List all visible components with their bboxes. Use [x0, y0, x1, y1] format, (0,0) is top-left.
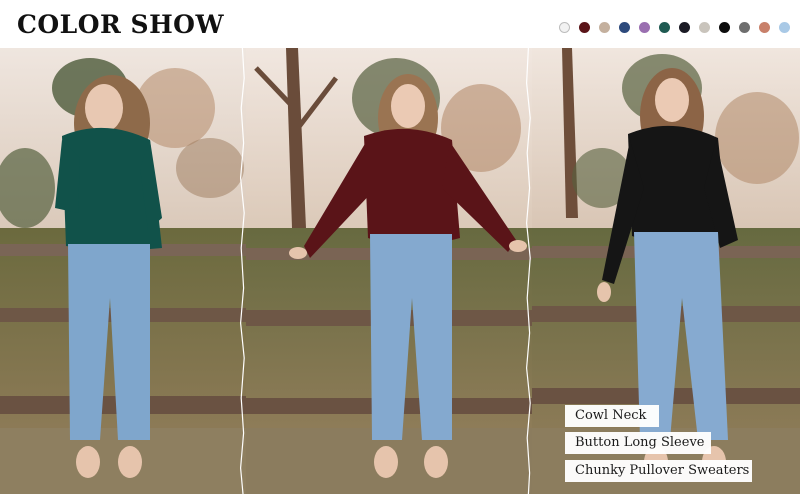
photo-burgundy-sweater: [246, 48, 532, 494]
color-swatch-list: [559, 21, 790, 33]
caption-cowl-neck: Cowl Neck: [565, 405, 659, 427]
color-swatch-purple[interactable]: [639, 21, 650, 33]
color-swatch-burgundy[interactable]: [579, 21, 590, 33]
color-swatch-grey[interactable]: [739, 21, 750, 33]
color-swatch-black[interactable]: [679, 21, 690, 33]
color-swatch-deep-black[interactable]: [719, 21, 730, 33]
torn-edge-divider: [240, 48, 245, 494]
photo-black-sweater: [532, 48, 800, 494]
torn-edge-divider: [526, 48, 531, 494]
color-swatch-white[interactable]: [559, 21, 570, 33]
product-photo-strip: Cowl Neck Button Long Sleeve Chunky Pull…: [0, 48, 800, 494]
photo-panel-black: [532, 48, 800, 494]
color-swatch-light-grey[interactable]: [699, 21, 710, 33]
photo-green-sweater: [0, 48, 246, 494]
color-swatch-navy[interactable]: [619, 21, 630, 33]
color-swatch-dark-green[interactable]: [659, 21, 670, 33]
header: COLOR SHOW: [0, 0, 800, 48]
page-title: COLOR SHOW: [17, 10, 225, 39]
caption-chunky-pullover: Chunky Pullover Sweaters: [565, 460, 752, 482]
caption-button-long-sleeve: Button Long Sleeve: [565, 432, 711, 454]
photo-panel-green: [0, 48, 246, 494]
photo-panel-burgundy: [246, 48, 532, 494]
color-swatch-beige[interactable]: [599, 21, 610, 33]
color-swatch-rust[interactable]: [759, 21, 770, 33]
color-swatch-light-blue[interactable]: [779, 21, 790, 33]
